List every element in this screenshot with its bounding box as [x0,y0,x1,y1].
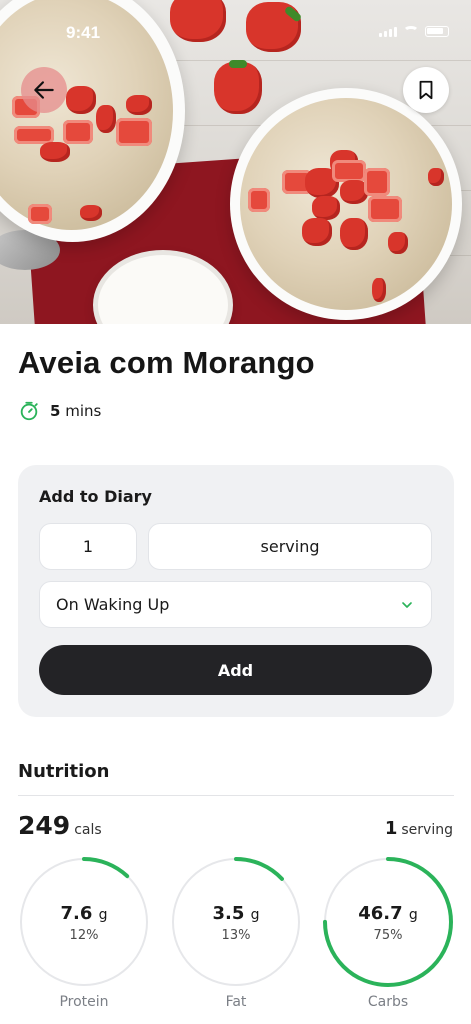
bookmark-icon [419,80,433,100]
serving-unit-value: serving [260,537,320,556]
macro-value: 46.7 [358,903,403,924]
bookmark-button[interactable] [403,67,449,113]
meal-value: On Waking Up [56,595,170,614]
macro-label-carbs: Carbs [367,994,409,1010]
macro-percent: 75% [373,928,403,943]
prep-time: 5 mins [18,400,101,422]
servings-unit: serving [401,822,453,838]
recipe-title: Aveia com Morango [18,345,315,380]
quantity-input[interactable]: 1 [39,523,137,570]
servings: 1 serving [385,818,453,839]
quantity-value: 1 [82,537,94,556]
prep-time-value: 5 [50,402,61,420]
recipe-hero-image: 9:41 [0,0,471,324]
macro-ring-protein: 7.6 g 12% [18,856,150,988]
meal-select[interactable]: On Waking Up [39,581,432,628]
back-button[interactable] [21,67,67,113]
timer-icon [20,401,38,421]
macro-label-protein: Protein [59,994,109,1010]
calories-value: 249 [18,811,71,840]
macro-unit: g [250,907,260,923]
macro-ring-carbs: 46.7 g 75% [322,856,454,988]
arrow-left-icon [34,81,54,99]
chevron-down-icon [402,601,412,608]
add-to-diary-title: Add to Diary [39,487,152,506]
macro-percent: 13% [221,928,251,943]
calories-unit: cals [74,822,102,838]
cellular-signal-icon [379,27,397,37]
battery-icon [425,26,449,37]
add-to-diary-card: Add to Diary 1 serving On Waking Up Add [18,465,454,717]
macro-value: 7.6 [60,903,93,924]
calories: 249 cals [18,811,102,840]
status-time: 9:41 [66,23,101,42]
macro-unit: g [408,907,418,923]
macro-percent: 12% [69,928,99,943]
macro-unit: g [98,907,108,923]
macro-label-fat: Fat [225,994,247,1010]
nutrition-title: Nutrition [18,761,110,782]
wifi-icon [403,26,419,37]
add-button[interactable]: Add [39,645,432,695]
servings-value: 1 [384,818,398,839]
macro-ring-fat: 3.5 g 13% [170,856,302,988]
divider [18,795,454,796]
status-indicators [379,26,449,37]
prep-time-unit: mins [65,402,102,420]
macro-value: 3.5 [212,903,245,924]
serving-unit-select[interactable]: serving [148,523,432,570]
